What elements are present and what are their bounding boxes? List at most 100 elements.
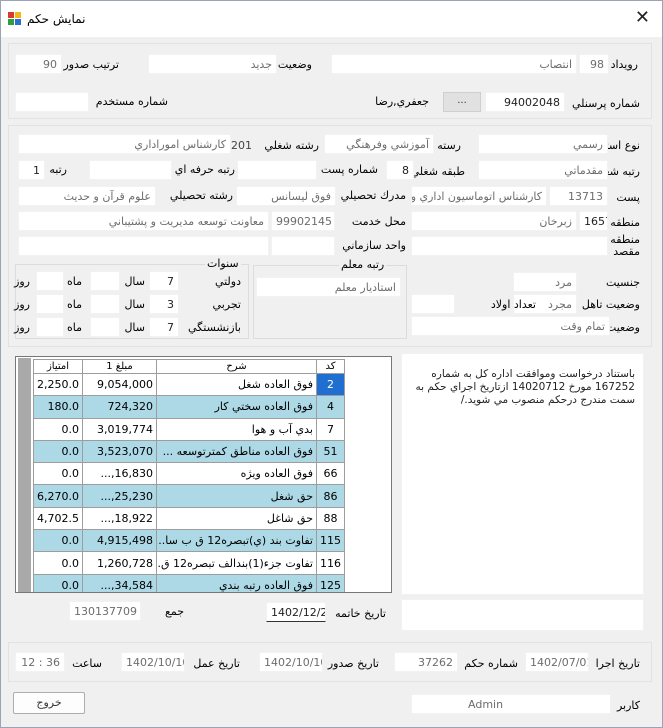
dest-region-field[interactable] <box>411 236 608 256</box>
score-cell[interactable]: 0.0 <box>33 529 83 553</box>
desc-cell[interactable]: فوق العاده مناطق كمترتوسعه ... <box>156 439 317 464</box>
table-row[interactable]: 0.0 3,019,774 بدي آب و هوا 7 <box>33 417 345 441</box>
years-year-field[interactable]: 3 <box>149 294 179 314</box>
code-cell[interactable]: 115 <box>316 529 345 553</box>
sum-field[interactable]: 130137709 <box>69 601 141 621</box>
years-month-field[interactable] <box>90 271 120 291</box>
exit-button[interactable]: خروج <box>13 692 85 714</box>
event-name-field[interactable]: انتصاب <box>331 54 577 74</box>
score-cell[interactable]: 180.0 <box>33 395 83 419</box>
desc-cell[interactable]: فوق العاده شغل <box>156 372 317 397</box>
score-cell[interactable]: 0.0 <box>33 417 83 441</box>
amount-cell[interactable]: 3,019,774 <box>82 417 157 441</box>
years-day-field[interactable] <box>36 271 64 291</box>
desc-cell[interactable]: فوق العاده رتبه بندي <box>156 573 317 592</box>
issue-date-field[interactable]: 1402/10/10 <box>259 652 323 672</box>
study-field-field[interactable]: علوم قرآن و حديث <box>18 186 156 206</box>
note-box[interactable]: باستناد درخواست وموافقت اداره كل به شمار… <box>401 353 644 595</box>
status-field[interactable]: جديد <box>148 54 277 74</box>
table-row[interactable]: 180.0 724,320 فوق العاده سختي كار 4 <box>33 395 345 419</box>
employee-field[interactable] <box>15 92 89 112</box>
time-field[interactable]: 12 : 36 <box>15 652 65 672</box>
amount-cell[interactable]: 724,320 <box>82 395 157 419</box>
table-row[interactable]: 0.0 3,523,070 فوق العاده مناطق كمترتوسعه .… <box>33 439 345 464</box>
job-class-field[interactable]: 8 <box>386 160 414 180</box>
code-cell[interactable]: 2 <box>316 372 345 397</box>
work-date-field[interactable]: 1402/10/10 <box>121 652 185 672</box>
grid-header[interactable]: شرح <box>156 359 317 374</box>
table-row[interactable]: 0.0 ...,34,584 فوق العاده رتبه بندي 125 <box>33 573 345 592</box>
code-cell[interactable]: 116 <box>316 551 345 575</box>
org-unit-code-field[interactable] <box>271 236 335 256</box>
table-row[interactable]: 6,270.0 ...,25,230 حق شغل 86 <box>33 484 345 508</box>
years-year-field[interactable]: 7 <box>149 317 179 337</box>
grid-header[interactable]: مبلغ 1 <box>82 359 157 374</box>
years-month-field[interactable] <box>90 317 120 337</box>
code-cell[interactable]: 7 <box>316 417 345 441</box>
years-day-field[interactable] <box>36 317 64 337</box>
order-no-field[interactable]: 37262 <box>394 652 458 672</box>
personnel-browse-button[interactable]: ... <box>443 92 481 112</box>
teacher-rank-field[interactable]: استاديار معلم <box>256 277 401 297</box>
children-field[interactable] <box>411 294 455 314</box>
job-rank-field[interactable]: مقدماتي <box>478 160 608 180</box>
years-year-field[interactable]: 7 <box>149 271 179 291</box>
score-cell[interactable]: 0.0 <box>33 573 83 592</box>
desc-cell[interactable]: حق شغل <box>156 484 317 508</box>
end-date-field[interactable]: 1402/12/29 <box>266 602 326 622</box>
code-cell[interactable]: 125 <box>316 573 345 592</box>
years-day-field[interactable] <box>36 294 64 314</box>
order-seq-field[interactable]: 90 <box>15 54 62 74</box>
work-status-field[interactable]: تمام وقت <box>411 316 610 336</box>
pro-rank-field[interactable] <box>89 160 172 180</box>
amount-cell[interactable]: ...,18,922 <box>82 506 157 531</box>
amount-cell[interactable]: 3,523,070 <box>82 439 157 464</box>
desc-cell[interactable]: حق شاغل <box>156 506 317 531</box>
amount-cell[interactable]: 1,260,728 <box>82 551 157 575</box>
score-cell[interactable]: 0.0 <box>33 439 83 464</box>
desc-cell[interactable]: بدي آب و هوا <box>156 417 317 441</box>
service-code-field[interactable]: 99902145 <box>271 211 335 231</box>
desc-cell[interactable]: تفاوت جزء(1)بندالف تبصره12 ق... <box>156 551 317 575</box>
score-cell[interactable]: 4,702.5 <box>33 506 83 531</box>
gender-field[interactable]: مرد <box>513 272 577 292</box>
service-name-field[interactable]: معاونت توسعه مديريت و پشتيباني <box>18 211 269 231</box>
score-cell[interactable]: 6,270.0 <box>33 484 83 508</box>
personnel-field[interactable]: 94002048 <box>485 92 565 112</box>
extra-text-field[interactable] <box>401 599 644 631</box>
table-row[interactable]: 4,702.5 ...,18,922 حق شاغل 88 <box>33 506 345 531</box>
amount-cell[interactable]: ...,16,830 <box>82 462 157 486</box>
employment-type-field[interactable]: رسمي <box>478 134 608 154</box>
event-code-field[interactable]: 98 <box>579 54 609 74</box>
code-cell[interactable]: 4 <box>316 395 345 419</box>
post-name-field[interactable]: كارشناس اتوماسيون اداري و ه <box>411 186 547 206</box>
desc-cell[interactable]: فوق العاده ويژه <box>156 462 317 486</box>
region-name-field[interactable]: زبرخان <box>411 211 577 231</box>
code-cell[interactable]: 88 <box>316 506 345 531</box>
table-row[interactable]: 2,250.0 9,054,000 فوق العاده شغل 2 <box>33 372 345 397</box>
amount-cell[interactable]: ...,34,584 <box>82 573 157 592</box>
category-field[interactable]: آموزشي وفرهنگي <box>324 134 434 154</box>
desc-cell[interactable]: فوق العاده سختي كار <box>156 395 317 419</box>
score-cell[interactable]: 0.0 <box>33 462 83 486</box>
job-field-field[interactable]: كارشناس اموراداري <box>18 134 231 154</box>
years-month-field[interactable] <box>90 294 120 314</box>
grid-header[interactable]: امتياز <box>33 359 83 374</box>
items-grid[interactable]: امتياز مبلغ 1 شرح كد 2,250.0 9,054,000 فوق ال… <box>15 356 392 593</box>
desc-cell[interactable]: تفاوت بند (ي)تبصره12 ق ب سا... <box>156 529 317 553</box>
post-code-field[interactable]: 13713 <box>549 186 608 206</box>
code-cell[interactable]: 86 <box>316 484 345 508</box>
degree-field[interactable]: فوق ليسانس <box>236 186 336 206</box>
code-cell[interactable]: 51 <box>316 439 345 464</box>
post-no-field[interactable] <box>237 160 317 180</box>
table-row[interactable]: 0.0 1,260,728 تفاوت جزء(1)بندالف تبصره12 ق… <box>33 551 345 575</box>
code-cell[interactable]: 66 <box>316 462 345 486</box>
user-field[interactable]: Admin <box>411 694 611 714</box>
region-code-field[interactable]: 1657 <box>579 211 608 231</box>
table-row[interactable]: 0.0 ...,16,830 فوق العاده ويژه 66 <box>33 462 345 486</box>
score-cell[interactable]: 0.0 <box>33 551 83 575</box>
score-cell[interactable]: 2,250.0 <box>33 372 83 397</box>
exec-date-field[interactable]: 1402/07/01 <box>525 652 589 672</box>
amount-cell[interactable]: 4,915,498 <box>82 529 157 553</box>
close-icon[interactable]: ✕ <box>635 9 650 27</box>
